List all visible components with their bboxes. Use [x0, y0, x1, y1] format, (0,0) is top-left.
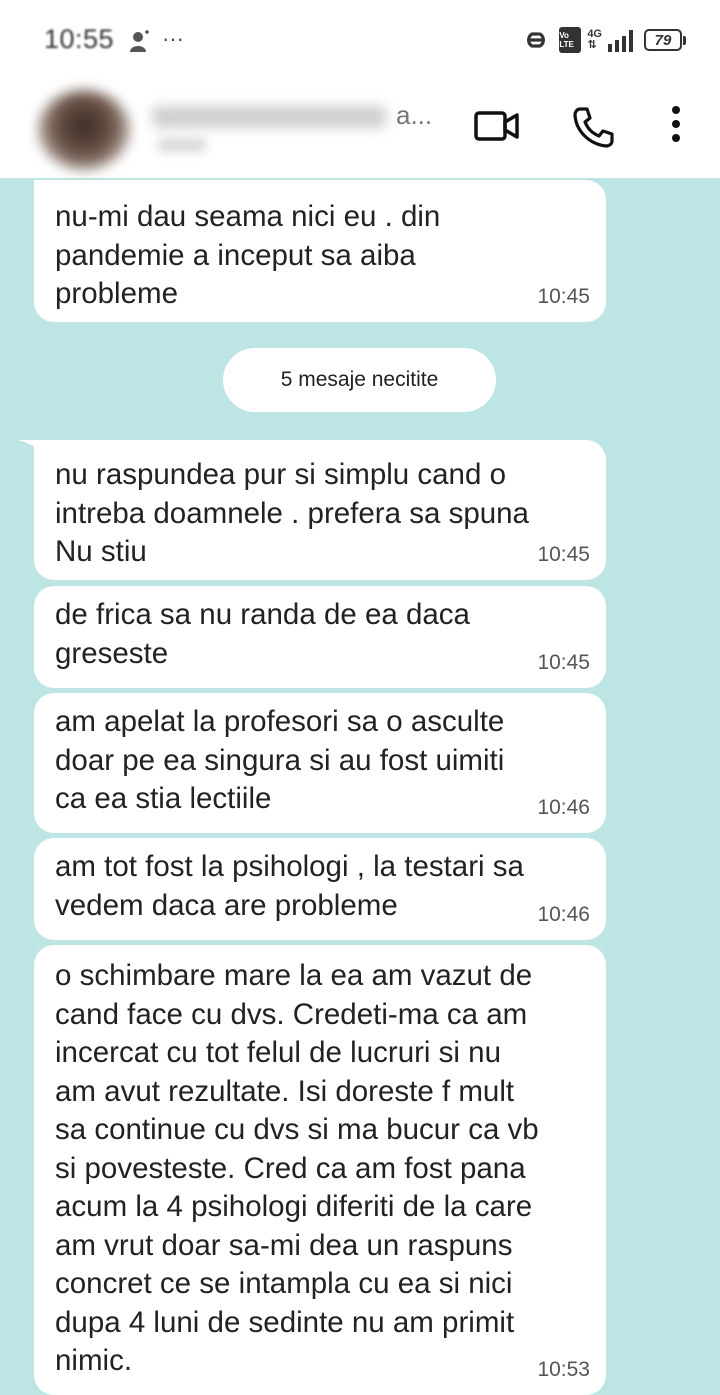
network-type: 4G ⇅ [587, 29, 602, 51]
message-text: nu raspundea pur si simplu cand o intreb… [55, 458, 529, 568]
message-bubble[interactable]: nu-mi dau seama nici eu . din pandemie a… [34, 180, 606, 322]
status-indicators: Vo LTE 4G ⇅ 79 [519, 22, 686, 58]
contact-name-suffix: a... [396, 100, 433, 130]
message-bubble[interactable]: o schimbare mare la ea am vazut de cand … [34, 945, 606, 1395]
volte-badge: Vo LTE [559, 27, 582, 53]
message-text: nu-mi dau seama nici eu . din pandemie a… [55, 200, 441, 310]
hotspot-link-icon [527, 32, 546, 48]
message-time: 10:45 [537, 284, 590, 308]
message-text: o schimbare mare la ea am vazut de cand … [55, 959, 539, 1377]
message-bubble[interactable]: nu raspundea pur si simplu cand o intreb… [34, 440, 606, 580]
battery-tip [683, 35, 686, 45]
contact-name[interactable]: a... [152, 100, 432, 131]
message-text: am apelat la profesori sa o asculte doar… [55, 705, 505, 815]
more-options-icon[interactable] [662, 104, 690, 148]
voice-call-icon[interactable] [572, 106, 614, 148]
status-time: 10:55 [44, 24, 115, 54]
message-time: 10:45 [537, 650, 590, 674]
battery-level: 79 [654, 31, 672, 49]
volte-label: Vo LTE [559, 31, 574, 49]
video-call-icon[interactable] [474, 108, 520, 144]
message-time: 10:46 [537, 902, 590, 926]
message-text: am tot fost la psihologi , la testari sa… [55, 850, 524, 922]
battery-icon: 79 [644, 29, 682, 51]
message-bubble[interactable]: am apelat la profesori sa o asculte doar… [34, 693, 606, 833]
contact-status-redacted [158, 138, 206, 152]
chat-messages[interactable]: nu-mi dau seama nici eu . din pandemie a… [0, 178, 720, 1395]
message-time: 10:45 [537, 542, 590, 566]
data-arrows-icon: ⇅ [587, 39, 597, 51]
status-bar: 10:55 ··· Vo LTE 4G ⇅ 79 [0, 0, 720, 78]
status-more-dots: ··· [162, 26, 184, 51]
chat-header: a... [0, 78, 720, 178]
contact-name-redacted [152, 106, 386, 129]
unread-messages-divider: 5 mesaje necitite [223, 348, 496, 412]
contact-avatar[interactable] [38, 90, 130, 170]
message-text: de frica sa nu randa de ea daca greseste [55, 598, 470, 670]
message-time: 10:46 [537, 795, 590, 819]
message-bubble[interactable]: de frica sa nu randa de ea daca greseste… [34, 586, 606, 688]
message-time: 10:53 [537, 1357, 590, 1381]
add-contact-icon [130, 30, 149, 52]
signal-strength-icon [608, 30, 633, 52]
message-bubble[interactable]: am tot fost la psihologi , la testari sa… [34, 838, 606, 940]
